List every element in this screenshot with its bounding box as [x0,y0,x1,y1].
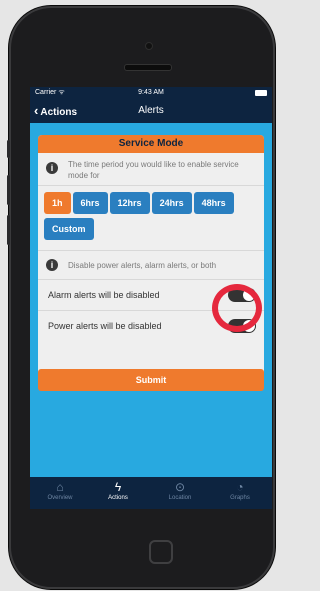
info-icon: i [46,259,58,271]
front-camera [145,42,153,50]
earpiece-speaker [124,64,172,71]
card-header: Service Mode [38,135,264,153]
info-row-disable: i Disable power alerts, alarm alerts, or… [38,251,264,279]
alarm-alerts-label: Alarm alerts will be disabled [48,290,160,300]
home-button[interactable] [149,540,173,564]
navigation-bar: ‹ Actions Alerts [30,99,272,123]
battery-icon [255,90,267,96]
home-icon: ⌂ [56,480,64,494]
highlight-ring [212,284,262,332]
tab-bar: ⌂ Overview ϟ Actions ⊙ Location ◔ Graphs [30,477,272,509]
info-text-disable: Disable power alerts, alarm alerts, or b… [68,261,217,270]
volume-down-button [7,215,10,245]
tab-actions[interactable]: ϟ Actions [88,477,148,509]
tab-label: Graphs [230,495,250,501]
info-row-period: i The time period you would like to enab… [38,153,264,185]
service-mode-card: Service Mode i The time period you would… [38,135,264,381]
app-screen: Carrier ᯤ 9:43 AM ‹ Actions Alerts Servic… [30,87,272,509]
tab-overview[interactable]: ⌂ Overview [30,477,90,509]
tab-location[interactable]: ⊙ Location [150,477,210,509]
page-title: Alerts [138,105,164,116]
time-option-button-48hrs[interactable]: 48hrs [193,192,234,214]
info-icon: i [46,162,58,174]
volume-up-button [7,175,10,205]
tab-label: Overview [47,495,73,501]
info-text-period: The time period you would like to enable… [68,160,239,180]
location-pin-icon: ⊙ [174,480,186,494]
time-option-button-6hrs[interactable]: 6hrs [72,192,108,214]
power-alerts-label: Power alerts will be disabled [48,321,162,331]
gauge-icon: ◔ [236,480,244,494]
time-options: 1h 6hrs 12hrs 24hrs 48hrs Custom [38,186,264,250]
lightning-icon: ϟ [114,480,122,494]
time-option-button-12hrs[interactable]: 12hrs [109,192,150,214]
time-option-button-24hrs[interactable]: 24hrs [151,192,192,214]
status-time: 9:43 AM [138,89,164,96]
status-bar: Carrier ᯤ 9:43 AM [30,87,272,99]
time-option-button-1h[interactable]: 1h [44,192,71,214]
tab-label: Actions [108,495,128,501]
mute-switch [7,140,10,158]
tab-label: Location [168,495,192,501]
time-option-button-custom[interactable]: Custom [44,218,94,240]
tab-graphs[interactable]: ◔ Graphs [210,477,270,509]
submit-button[interactable]: Submit [38,369,264,391]
